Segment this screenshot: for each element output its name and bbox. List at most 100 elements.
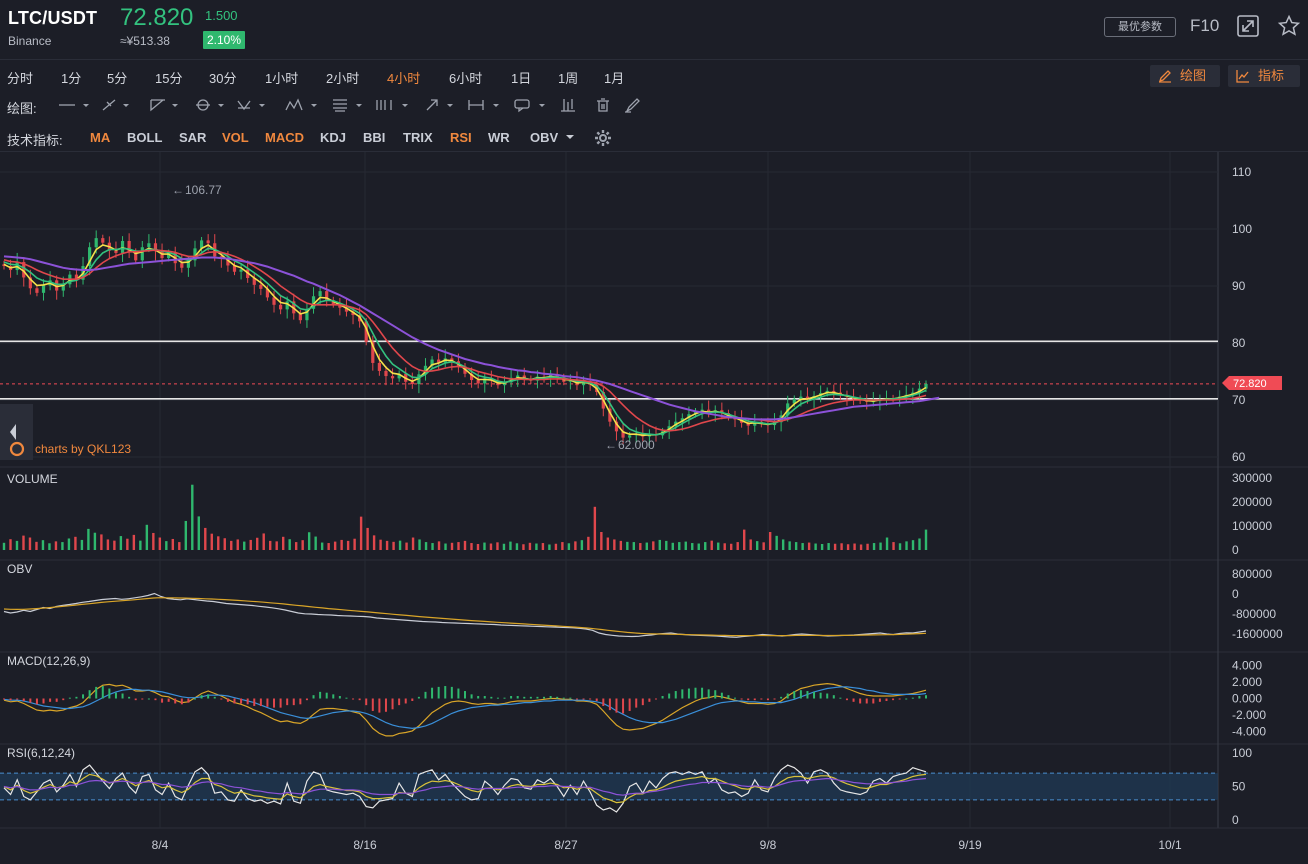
macd-histogram-bar [845, 698, 848, 701]
volume-bar [762, 542, 765, 550]
macd-histogram-bar [496, 697, 499, 699]
period-tab[interactable]: 1周 [558, 68, 578, 87]
volume-bar [145, 524, 149, 550]
period-tab[interactable]: 1分 [61, 68, 81, 87]
macd-histogram-bar [431, 687, 434, 699]
volume-bar [301, 540, 304, 550]
macd-histogram-bar [332, 694, 335, 699]
x-tick-label: 8/4 [152, 838, 169, 852]
volume-bar [197, 516, 200, 550]
gear-icon[interactable] [594, 129, 612, 147]
trash-icon[interactable] [597, 98, 609, 112]
indicator-kdj[interactable]: KDJ [320, 130, 346, 145]
fib-tool-icon[interactable] [333, 99, 362, 112]
indicator-vol[interactable]: VOL [222, 130, 249, 145]
period-tab[interactable]: 2小时 [326, 68, 359, 87]
indicator-button[interactable]: 指标 [1228, 65, 1300, 87]
volume-bar [204, 527, 207, 550]
chevron-down-icon[interactable] [565, 134, 575, 142]
candle-body [114, 250, 118, 253]
volume-bar [340, 539, 343, 550]
indicator-wr[interactable]: WR [488, 130, 510, 145]
volume-bar [437, 541, 441, 550]
volume-bar [132, 534, 136, 550]
indicator-sar[interactable]: SAR [179, 130, 206, 145]
period-tab[interactable]: 分时 [7, 68, 33, 87]
gann-tool-icon[interactable] [376, 100, 408, 110]
measure-tool-icon[interactable] [468, 100, 499, 110]
volume-bar [139, 540, 142, 550]
fullscreen-icon[interactable] [1236, 14, 1260, 38]
ma-line [3, 255, 940, 421]
volume-bar [41, 540, 45, 550]
indicator-macd[interactable]: MACD [265, 130, 304, 145]
volume-y-tick-label: 0 [1232, 543, 1239, 557]
candle-tool-icon[interactable] [561, 99, 575, 112]
macd-histogram-bar [608, 698, 611, 711]
volume-bar [924, 529, 928, 550]
wave-tool-icon[interactable] [285, 98, 317, 111]
watermark-text: charts by QKL123 [35, 442, 131, 456]
volume-bar [385, 540, 389, 550]
arrow-tool-icon[interactable] [426, 99, 453, 111]
chart-area[interactable]: 8/4 8/16 8/27 9/8 9/19 10/1 110 100 90 80 70 60 3000… [0, 152, 1308, 864]
macd-histogram-bar [62, 698, 65, 701]
indicator-bbi[interactable]: BBI [363, 130, 385, 145]
period-tab-active[interactable]: 4小时 [387, 68, 420, 87]
volume-bar [885, 537, 889, 550]
candle-body [101, 238, 105, 243]
indicator-obv[interactable]: OBV [530, 130, 558, 145]
macd-histogram-bar [305, 698, 308, 701]
annotation-tool-icon[interactable] [514, 99, 545, 113]
macd-histogram-bar [200, 695, 203, 699]
volume-bar [184, 520, 188, 550]
channel-tool-icon[interactable] [150, 99, 178, 112]
chart-canvas[interactable]: 8/4 8/16 8/27 9/8 9/19 10/1 110 100 90 80 70 60 3000… [0, 152, 1308, 864]
volume-bar [768, 532, 772, 550]
macd-histogram-bar [134, 698, 137, 701]
collapse-handle[interactable] [0, 404, 33, 460]
star-icon[interactable] [1277, 14, 1301, 38]
macd-histogram-bar [615, 698, 618, 713]
shape-tool-icon[interactable] [196, 99, 224, 111]
period-tab[interactable]: 15分 [155, 68, 182, 87]
volume-bar [314, 536, 317, 550]
ray-tool-icon[interactable] [102, 99, 129, 111]
period-tab[interactable]: 1日 [511, 68, 531, 87]
macd-histogram-bar [753, 698, 756, 701]
candle-body [410, 381, 414, 385]
volume-bar [22, 535, 25, 550]
candle-body [120, 240, 125, 253]
volume-bar [515, 543, 519, 550]
indicator-rsi[interactable]: RSI [450, 130, 472, 145]
volume-bar [574, 541, 577, 550]
period-tab[interactable]: 5分 [107, 68, 127, 87]
macd-histogram-bar [378, 698, 381, 713]
volume-bar [223, 538, 226, 550]
macd-histogram-bar [266, 698, 269, 707]
candle-body [41, 285, 46, 293]
volume-bar [106, 539, 110, 550]
macd-histogram-bar [747, 698, 750, 701]
period-tab[interactable]: 30分 [209, 68, 236, 87]
pattern-tool-icon[interactable] [237, 100, 265, 111]
brush-icon[interactable] [625, 98, 640, 113]
macd-histogram-bar [549, 696, 552, 699]
volume-bar [710, 540, 713, 550]
candle-body [318, 291, 322, 297]
volume-bar [269, 540, 272, 550]
indicator-boll[interactable]: BOLL [127, 130, 162, 145]
macd-histogram-bar [180, 698, 183, 705]
period-tab[interactable]: 6小时 [449, 68, 482, 87]
macd-histogram-bar [42, 698, 45, 704]
line-tool-icon[interactable] [59, 104, 89, 107]
draw-tool-button[interactable]: 绘图 [1150, 65, 1220, 87]
macd-histogram-bar [404, 698, 407, 704]
f10-button[interactable]: F10 [1190, 16, 1219, 36]
best-params-button[interactable]: 最优参数 [1104, 17, 1176, 37]
indicator-trix[interactable]: TRIX [403, 130, 433, 145]
indicator-ma[interactable]: MA [90, 130, 110, 145]
volume-bar [665, 540, 668, 550]
period-tab[interactable]: 1月 [604, 68, 624, 87]
period-tab[interactable]: 1小时 [265, 68, 298, 87]
